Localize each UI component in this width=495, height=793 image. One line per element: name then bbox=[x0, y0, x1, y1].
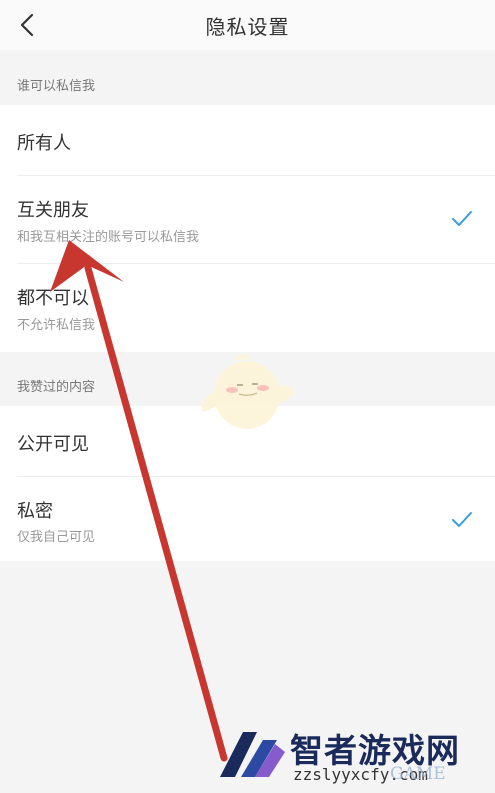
watermark-site-name: 智者游戏网 bbox=[290, 731, 460, 770]
checkmark-icon bbox=[452, 512, 472, 527]
option-title: 所有人 bbox=[17, 133, 71, 154]
option-private[interactable]: 私密 仅我自己可见 bbox=[0, 477, 495, 561]
option-title: 公开可见 bbox=[17, 434, 89, 455]
option-subtitle: 不允许私信我 bbox=[17, 318, 96, 333]
option-nobody[interactable]: 都不可以 不允许私信我 bbox=[0, 264, 495, 352]
option-mutual-friends[interactable]: 互关朋友 和我互相关注的账号可以私信我 bbox=[0, 176, 495, 264]
option-public[interactable]: 公开可见 bbox=[0, 406, 495, 477]
option-subtitle: 和我互相关注的账号可以私信我 bbox=[17, 230, 200, 245]
section-header-liked-content: 我赞过的内容 bbox=[17, 380, 96, 395]
watermark-url: zzslyyxcfy.com bbox=[293, 765, 428, 784]
option-title: 都不可以 bbox=[17, 288, 89, 309]
nav-header: 隐私设置 bbox=[0, 0, 495, 50]
site-watermark: 智者游戏网 zzslyyxcfy.com GAME bbox=[215, 720, 495, 793]
option-everyone[interactable]: 所有人 bbox=[0, 105, 495, 176]
checkmark-icon bbox=[452, 211, 472, 226]
option-title: 私密 bbox=[17, 501, 53, 522]
option-title: 互关朋友 bbox=[17, 200, 89, 221]
option-subtitle: 仅我自己可见 bbox=[17, 530, 96, 545]
page-title: 隐私设置 bbox=[205, 15, 290, 39]
site-logo-icon bbox=[220, 732, 285, 777]
section-header-who-can-message: 谁可以私信我 bbox=[17, 79, 96, 94]
watermark-brand: GAME bbox=[390, 764, 446, 784]
